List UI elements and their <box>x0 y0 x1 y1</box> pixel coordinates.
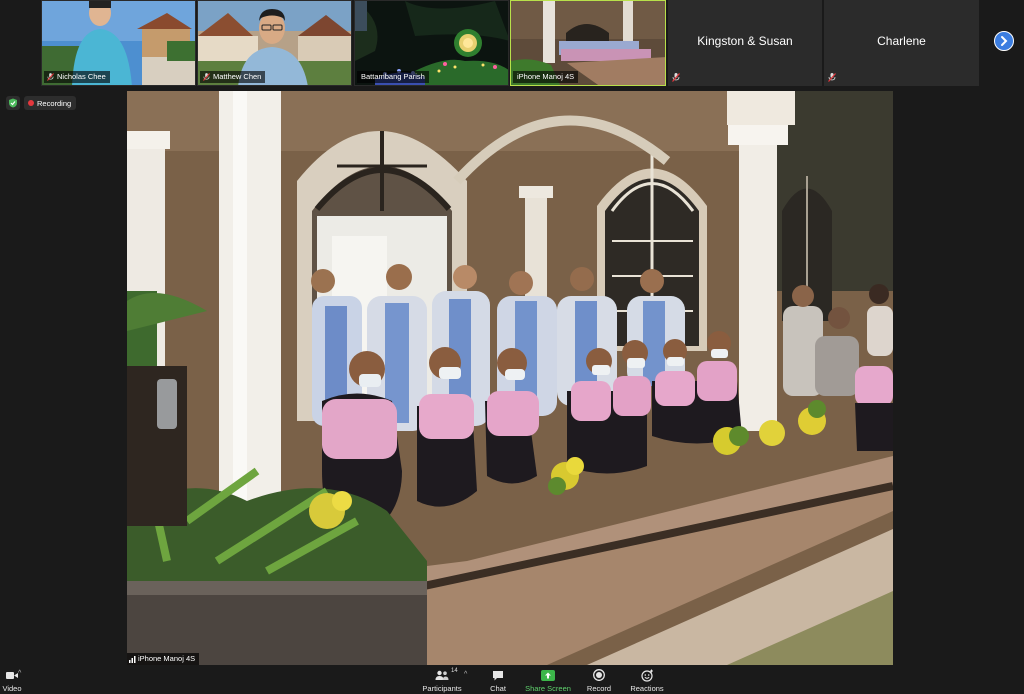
participant-strip: Nicholas Chee Matthew Chen Battambang Pa… <box>0 0 1024 89</box>
chat-bubble-icon <box>493 670 503 680</box>
share-screen-button[interactable]: Share Screen <box>525 668 571 694</box>
meeting-status-bar: Recording <box>6 96 77 110</box>
recording-dot-icon <box>28 100 34 106</box>
recording-badge[interactable]: Recording <box>24 96 77 110</box>
participants-button-label: Participants <box>422 684 462 693</box>
record-button[interactable]: Record <box>586 668 612 694</box>
participant-name: Battambang Parish <box>361 72 425 81</box>
mic-muted-icon <box>828 73 836 82</box>
record-icon <box>593 669 605 681</box>
participant-name: iPhone Manoj 4S <box>517 72 575 81</box>
participant-name: Nicholas Chee <box>57 72 106 81</box>
participants-options-caret-icon[interactable]: ^ <box>464 671 467 678</box>
participant-tile-matthew[interactable]: Matthew Chen <box>197 0 352 86</box>
mic-muted-icon <box>672 73 680 82</box>
shield-check-icon <box>9 98 17 108</box>
participant-tile-nicholas[interactable]: Nicholas Chee <box>41 0 196 86</box>
participant-name: Matthew Chen <box>213 72 262 81</box>
emoji-icon <box>640 669 653 682</box>
video-button[interactable]: ^ Video <box>0 668 24 694</box>
participant-tile-battambang[interactable]: Battambang Parish <box>354 0 509 86</box>
video-camera-icon <box>6 671 18 679</box>
share-screen-icon <box>541 669 555 681</box>
participant-name: Charlene <box>877 34 926 48</box>
speaker-name: iPhone Manoj 4S <box>138 654 196 663</box>
signal-bars-icon <box>129 656 136 663</box>
chevron-right-icon <box>1001 36 1008 46</box>
active-speaker-video: iPhone Manoj 4S <box>127 91 893 665</box>
participant-tile-manoj[interactable]: iPhone Manoj 4S <box>510 0 666 86</box>
video-button-label: Video <box>2 684 22 693</box>
participant-count: 14 <box>451 668 458 674</box>
participant-tile-kingston[interactable]: Kingston & Susan <box>668 0 822 86</box>
participant-name: Kingston & Susan <box>697 34 793 48</box>
people-icon <box>435 670 449 680</box>
speaker-name-tag: iPhone Manoj 4S <box>127 653 200 665</box>
participants-button[interactable]: 14 ^ Participants <box>420 668 467 694</box>
reactions-button[interactable]: Reactions <box>629 668 665 694</box>
chat-button[interactable]: Chat <box>486 668 510 694</box>
meeting-toolbar: ^ Video 14 ^ Participants Chat Share Scr… <box>0 666 1024 694</box>
share-screen-button-label: Share Screen <box>525 684 571 693</box>
next-page-button[interactable] <box>994 31 1014 51</box>
mic-muted-icon <box>47 73 54 81</box>
record-button-label: Record <box>586 684 612 693</box>
recording-label: Recording <box>37 98 72 108</box>
mic-muted-icon <box>203 73 210 81</box>
reactions-button-label: Reactions <box>630 684 664 693</box>
active-speaker-video-frame <box>127 91 893 665</box>
video-options-caret-icon[interactable]: ^ <box>18 670 21 677</box>
chat-button-label: Chat <box>490 684 506 693</box>
participant-tile-charlene[interactable]: Charlene <box>824 0 979 86</box>
security-indicator[interactable] <box>6 96 20 110</box>
